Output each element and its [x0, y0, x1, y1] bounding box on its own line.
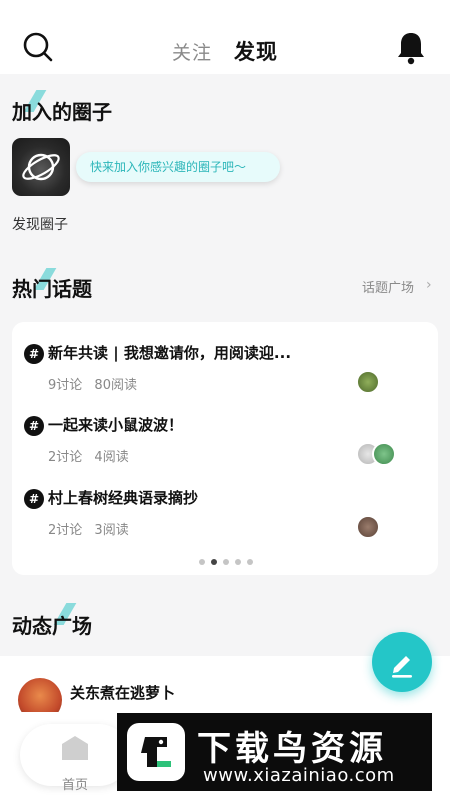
- hashtag-icon: #: [24, 489, 44, 509]
- watermark-url: www.xiazainiao.com: [203, 765, 395, 786]
- topic-title: 新年共读 | 我想邀请你，用阅读迎...: [48, 344, 292, 362]
- topic-stats: 2讨论 4阅读: [48, 446, 137, 465]
- page-dot[interactable]: [247, 559, 253, 565]
- watermark-title: 下载鸟资源: [197, 729, 387, 769]
- section-title-hot-topics: 热门话题: [12, 277, 92, 301]
- watermark-banner: 下载鸟资源 www.xiazainiao.com: [117, 713, 432, 791]
- feed-tabs: 关注 发现: [0, 36, 450, 71]
- avatar: [356, 515, 380, 539]
- post-author-name[interactable]: 关东煮在逃萝卜: [70, 682, 175, 703]
- discussion-count: 2讨论: [48, 450, 83, 465]
- bell-icon[interactable]: [396, 31, 426, 65]
- read-count: 4阅读: [94, 450, 129, 465]
- nav-home[interactable]: 首页: [20, 724, 130, 793]
- tab-following[interactable]: 关注: [172, 38, 212, 65]
- hashtag-icon: #: [24, 344, 44, 364]
- topic-stats: 9讨论 80阅读: [48, 374, 145, 393]
- top-bar: 关注 发现: [0, 0, 450, 74]
- avatar: [356, 370, 380, 394]
- topic-item[interactable]: # 一起来读小鼠波波！ 2讨论 4阅读: [12, 394, 438, 466]
- tab-discover[interactable]: 发现: [232, 36, 281, 71]
- compose-button[interactable]: [372, 632, 432, 692]
- planet-icon: [22, 153, 60, 181]
- section-title-feed: 动态广场: [12, 614, 92, 638]
- circle-cover[interactable]: [12, 138, 70, 196]
- topic-square-link[interactable]: 话题广场: [362, 277, 414, 296]
- page-dot[interactable]: [235, 559, 241, 565]
- nav-home-label: 首页: [62, 778, 89, 793]
- section-title-joined-circles: 加入的圈子: [12, 100, 112, 124]
- discussion-count: 9讨论: [48, 378, 83, 393]
- topic-title: 村上春树经典语录摘抄: [48, 489, 199, 507]
- topic-title: 一起来读小鼠波波！: [48, 416, 184, 434]
- page-dot[interactable]: [199, 559, 205, 565]
- carousel-pagination: [196, 550, 256, 569]
- join-circle-tooltip: 快来加入你感兴趣的圈子吧～: [76, 152, 280, 182]
- topic-item[interactable]: # 村上春树经典语录摘抄 2讨论 3阅读: [12, 467, 438, 539]
- discussion-count: 2讨论: [48, 523, 83, 538]
- page-dot[interactable]: [211, 559, 217, 565]
- bird-logo-icon: [127, 723, 185, 781]
- page-dot[interactable]: [223, 559, 229, 565]
- topic-item[interactable]: # 新年共读 | 我想邀请你，用阅读迎... 9讨论 80阅读: [12, 322, 438, 394]
- pencil-icon: [392, 656, 412, 678]
- hashtag-icon: #: [24, 416, 44, 436]
- avatar: [372, 442, 396, 466]
- read-count: 80阅读: [94, 378, 137, 393]
- chevron-right-icon[interactable]: ›: [426, 277, 432, 293]
- hot-topics-card: # 新年共读 | 我想邀请你，用阅读迎... 9讨论 80阅读 # 一起来读小鼠…: [12, 322, 438, 575]
- read-count: 3阅读: [94, 523, 129, 538]
- discover-circle-label[interactable]: 发现圈子: [12, 214, 68, 234]
- topic-stats: 2讨论 3阅读: [48, 519, 137, 538]
